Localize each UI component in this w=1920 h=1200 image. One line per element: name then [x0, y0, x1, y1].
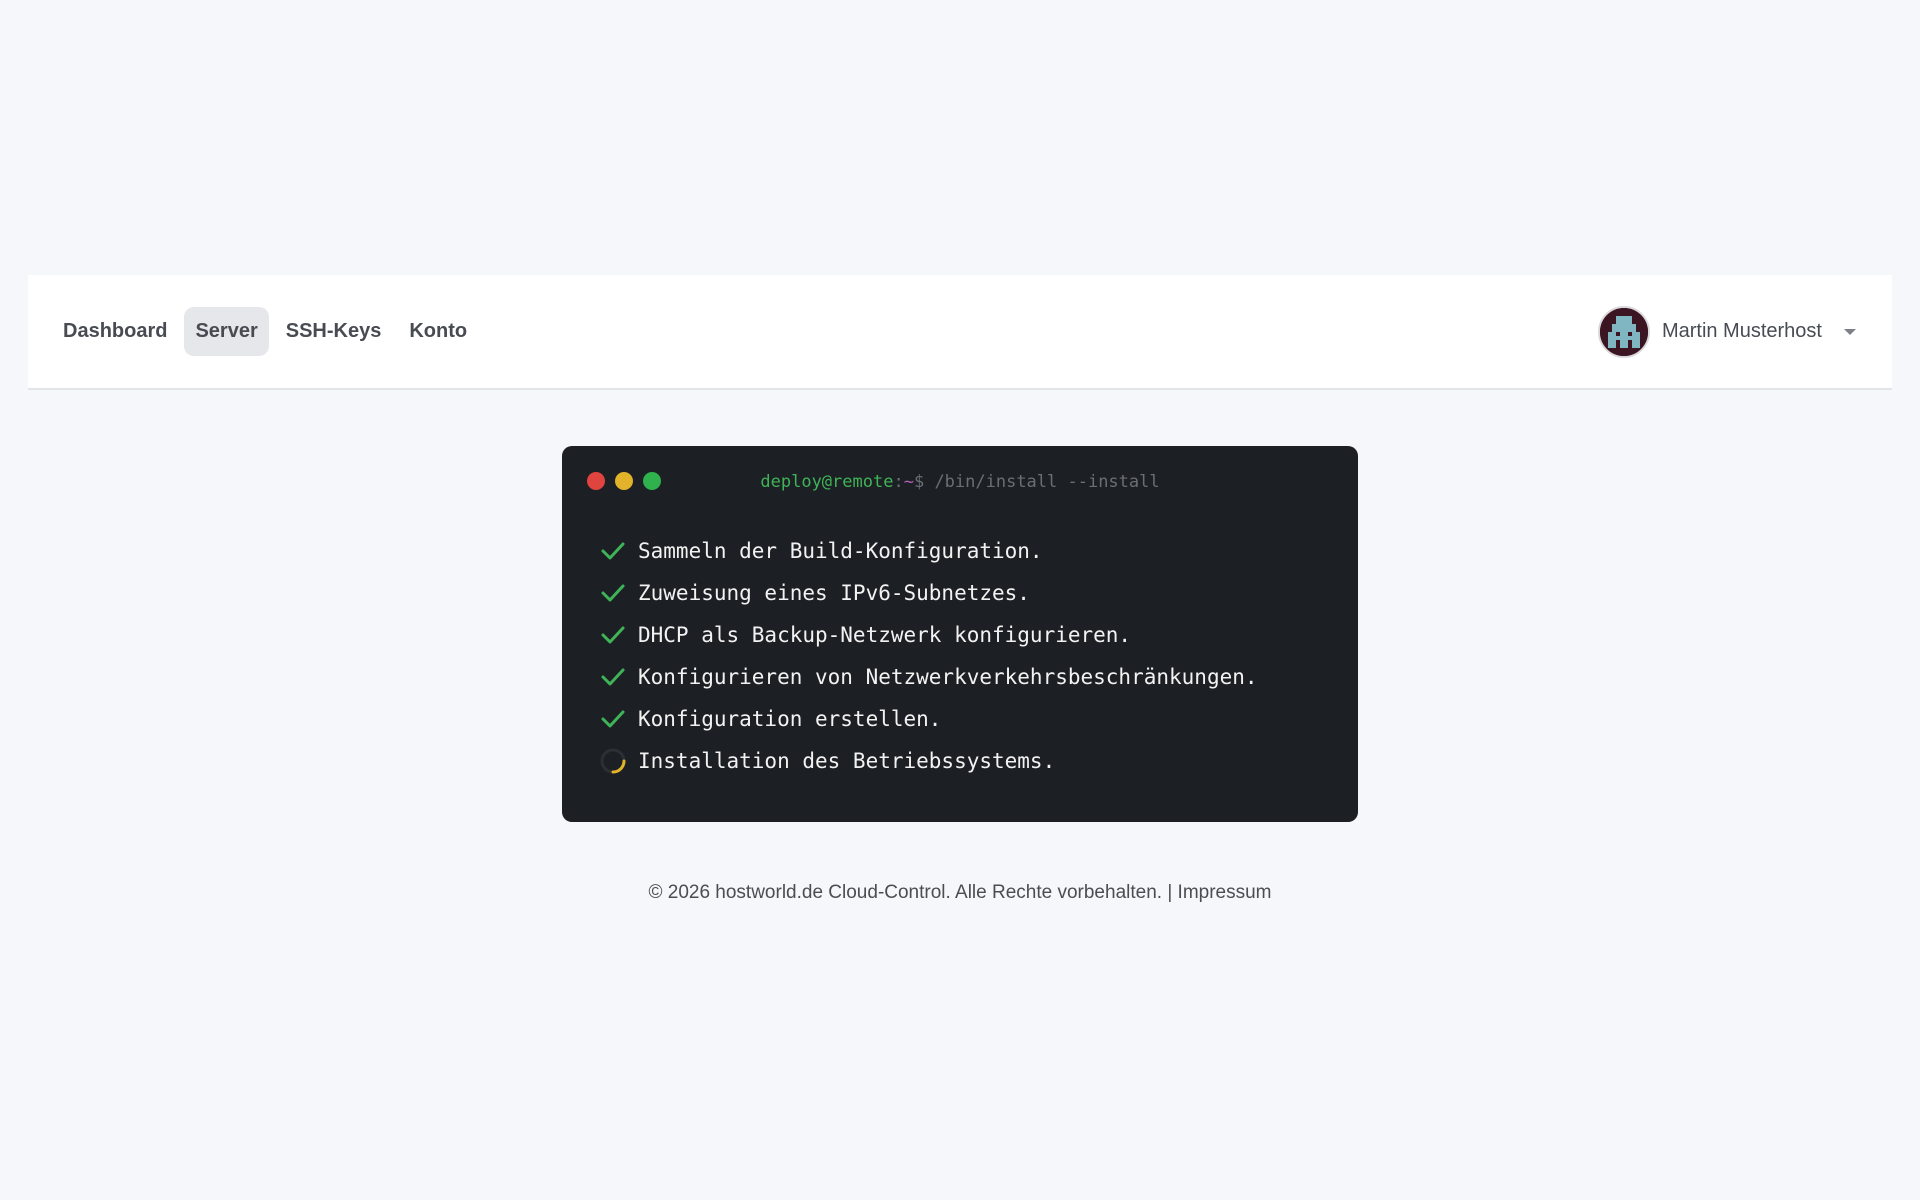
- step-text: Konfiguration erstellen.: [638, 707, 942, 731]
- step-text: DHCP als Backup-Netzwerk konfigurieren.: [638, 623, 1132, 647]
- prompt-symbol: $: [913, 472, 925, 492]
- nav-link-dashboard[interactable]: Dashboard: [52, 307, 178, 356]
- nav-link-ssh-keys[interactable]: SSH-Keys: [275, 307, 393, 356]
- prompt-path: ~: [903, 472, 914, 492]
- user-menu[interactable]: Martin Musterhost: [1597, 305, 1868, 358]
- list-item: DHCP als Backup-Netzwerk konfigurieren.: [590, 614, 1330, 656]
- avatar[interactable]: [1597, 305, 1650, 358]
- check-icon: [601, 542, 625, 560]
- nav-link-server[interactable]: Server: [184, 307, 269, 356]
- list-item: Zuweisung eines IPv6-Subnetzes.: [590, 572, 1330, 614]
- prompt-separator: :: [893, 472, 904, 492]
- nav-links: Dashboard Server SSH-Keys Konto: [52, 307, 478, 356]
- check-icon: [601, 710, 625, 728]
- check-icon: [601, 584, 625, 602]
- list-item: Sammeln der Build-Konfiguration.: [590, 530, 1330, 572]
- step-text: Installation des Betriebssystems.: [638, 749, 1056, 773]
- check-icon: [601, 668, 625, 686]
- install-terminal: deploy@remote:~$ /bin/install --install …: [562, 446, 1358, 822]
- prompt-command: /bin/install --install: [924, 472, 1160, 492]
- install-steps: Sammeln der Build-Konfiguration. Zuweisu…: [590, 518, 1330, 782]
- user-name[interactable]: Martin Musterhost: [1662, 320, 1822, 343]
- list-item: Installation des Betriebssystems.: [590, 740, 1330, 782]
- terminal-header: deploy@remote:~$ /bin/install --install: [587, 446, 1330, 518]
- step-text: Zuweisung eines IPv6-Subnetzes.: [638, 581, 1030, 605]
- footer: © 2026 hostworld.de Cloud-Control. Alle …: [0, 882, 1920, 904]
- list-item: Konfiguration erstellen.: [590, 698, 1330, 740]
- step-text: Konfigurieren von Netzwerkverkehrsbeschr…: [638, 665, 1258, 689]
- impressum-link[interactable]: Impressum: [1178, 882, 1272, 903]
- step-text: Sammeln der Build-Konfiguration.: [638, 539, 1043, 563]
- top-navbar: Dashboard Server SSH-Keys Konto Martin M…: [28, 275, 1892, 390]
- footer-copyright: © 2026 hostworld.de Cloud-Control. Alle …: [648, 882, 1163, 903]
- spinner-icon: [600, 748, 626, 774]
- prompt-user: deploy@remote: [760, 472, 894, 492]
- pixel-avatar-icon: [1599, 307, 1648, 356]
- chevron-down-icon[interactable]: [1844, 328, 1856, 335]
- footer-separator: |: [1162, 882, 1178, 903]
- nav-link-konto[interactable]: Konto: [398, 307, 478, 356]
- check-icon: [601, 626, 625, 644]
- terminal-prompt: deploy@remote:~$ /bin/install --install: [590, 472, 1330, 492]
- list-item: Konfigurieren von Netzwerkverkehrsbeschr…: [590, 656, 1330, 698]
